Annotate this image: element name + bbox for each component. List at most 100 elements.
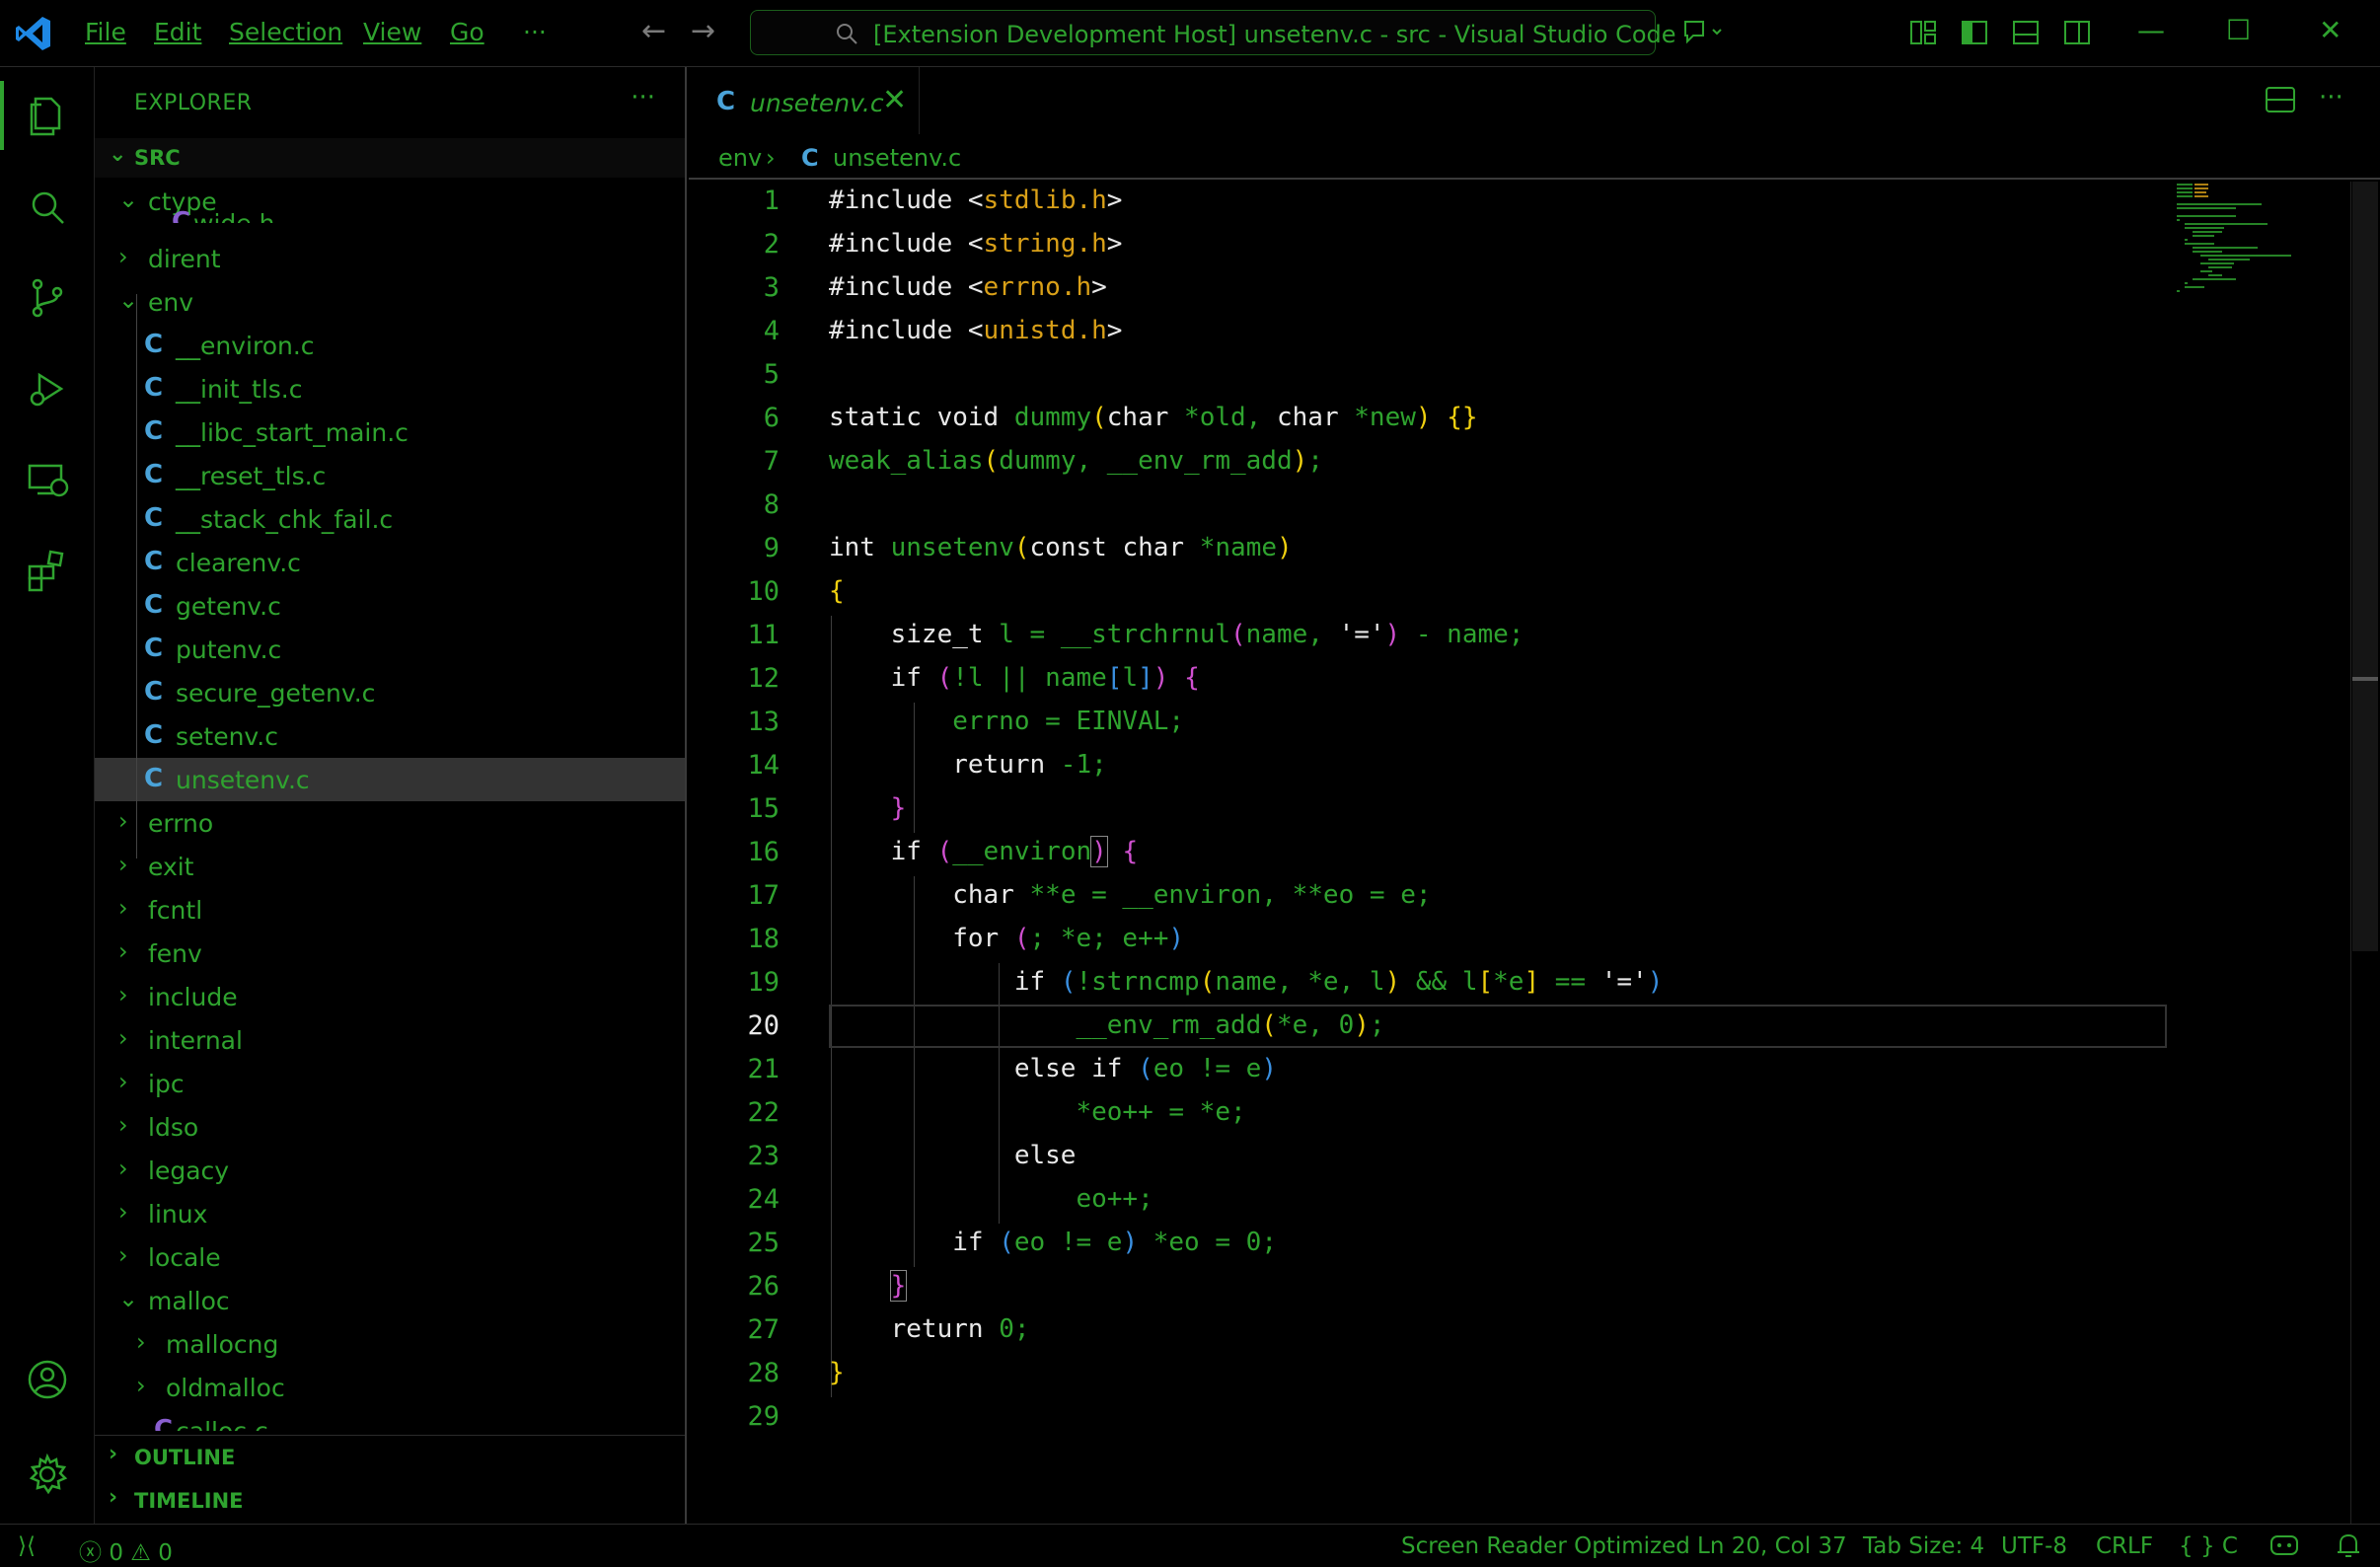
run-debug-icon[interactable]: [24, 365, 71, 412]
folder-item-dirent[interactable]: › dirent: [95, 237, 685, 280]
menu-go[interactable]: Go: [450, 18, 484, 46]
forward-arrow-icon[interactable]: →: [691, 14, 715, 48]
menu-edit[interactable]: Edit: [154, 18, 201, 46]
notifications-bell-icon[interactable]: [2335, 1530, 2362, 1560]
tab-size[interactable]: Tab Size: 4: [1863, 1533, 1984, 1559]
folder-root-src[interactable]: ⌄ SRC: [95, 138, 685, 178]
file-item--init-tls-c[interactable]: C __init_tls.c: [95, 367, 685, 410]
menu-view[interactable]: View: [363, 18, 421, 46]
problems-indicator[interactable]: ⓧ 0 ⚠ 0: [79, 1533, 173, 1567]
menu-file[interactable]: File: [85, 18, 126, 46]
tree-item-label: __libc_start_main.c: [176, 418, 409, 447]
code-line: eo++;: [829, 1184, 1153, 1214]
line-number: 24: [747, 1184, 780, 1215]
split-editor-icon[interactable]: [2264, 83, 2297, 116]
folder-item-fenv[interactable]: › fenv: [95, 932, 685, 975]
active-indicator: [0, 81, 4, 150]
folder-item-ipc[interactable]: › ipc: [95, 1062, 685, 1105]
code-line: #include <string.h>: [829, 229, 1123, 259]
settings-gear-icon[interactable]: [24, 1451, 71, 1498]
cursor-position-marker: [2352, 677, 2378, 681]
folder-item-errno[interactable]: › errno: [95, 801, 685, 845]
file-item-setenv-c[interactable]: Csetenv.c: [95, 714, 685, 758]
breadcrumb-folder[interactable]: env: [718, 144, 762, 172]
folder-item-fcntl[interactable]: › fcntl: [95, 888, 685, 932]
folder-item-include[interactable]: › include: [95, 975, 685, 1018]
customize-layout-icon[interactable]: [1908, 18, 1938, 47]
explorer-icon[interactable]: [24, 93, 71, 140]
language-mode[interactable]: { } C: [2179, 1533, 2238, 1559]
file-item-secure-getenv-c[interactable]: Csecure_getenv.c: [95, 671, 685, 714]
chevron-right-icon: ›: [118, 243, 128, 270]
c-file-icon: C: [716, 87, 736, 116]
breadcrumb-file[interactable]: unsetenv.c: [833, 144, 961, 172]
file-item-calloc-c[interactable]: Ccalloc.c: [95, 1409, 685, 1431]
toggle-panel-icon[interactable]: [2011, 18, 2041, 47]
c-file-icon: C: [144, 547, 164, 576]
screen-reader-status[interactable]: Screen Reader Optimized: [1401, 1533, 1690, 1559]
vertical-scrollbar-thumb[interactable]: [2352, 182, 2378, 951]
folder-item-mallocng[interactable]: › mallocng: [95, 1322, 685, 1366]
extensions-icon[interactable]: [24, 547, 71, 594]
activity-bar: [0, 67, 95, 1524]
folder-item-internal[interactable]: › internal: [95, 1018, 685, 1062]
chevron-right-icon: ›: [118, 981, 128, 1008]
code-line: if (__environ) {: [890, 836, 1139, 867]
folder-item-locale[interactable]: › locale: [95, 1235, 685, 1279]
folder-item-exit[interactable]: › exit: [95, 845, 685, 888]
source-control-icon[interactable]: [24, 274, 71, 322]
folder-item-malloc[interactable]: ⌄ malloc: [95, 1279, 685, 1322]
code-editor[interactable]: 1 #include <stdlib.h> 2 #include <string.h>…: [689, 182, 2380, 1524]
cursor-position[interactable]: Ln 20, Col 37: [1697, 1533, 1847, 1559]
outline-section[interactable]: › OUTLINE: [95, 1438, 685, 1477]
command-center[interactable]: [Extension Development Host] unsetenv.c …: [750, 10, 1676, 55]
file-item--stack-chk-fail-c[interactable]: C __stack_chk_fail.c: [95, 497, 685, 541]
line-number: 26: [747, 1271, 780, 1302]
encoding[interactable]: UTF-8: [2001, 1533, 2067, 1559]
line-number: 19: [747, 967, 780, 998]
folder-item-env[interactable]: ⌄ env: [95, 280, 685, 324]
line-number: 21: [747, 1054, 780, 1084]
tab-unsetenv-c[interactable]: C unsetenv.c ✕: [689, 67, 920, 134]
title-bar: File Edit Selection View Go ··· ← → [Ext…: [0, 0, 2380, 67]
tree-item-label: getenv.c: [176, 592, 281, 621]
menu-selection[interactable]: Selection: [229, 18, 342, 46]
search-icon[interactable]: [24, 184, 71, 231]
minimap[interactable]: [2177, 184, 2325, 292]
end-of-line[interactable]: CRLF: [2096, 1533, 2153, 1559]
file-item-getenv-c[interactable]: Cgetenv.c: [95, 584, 685, 628]
menu-more[interactable]: ···: [523, 18, 547, 46]
back-arrow-icon[interactable]: ←: [641, 14, 666, 48]
editor-more-actions-icon[interactable]: ···: [2319, 83, 2352, 116]
folder-item-ldso[interactable]: › ldso: [95, 1105, 685, 1149]
timeline-section[interactable]: › TIMELINE: [95, 1481, 685, 1521]
file-item--reset-tls-c[interactable]: C __reset_tls.c: [95, 454, 685, 497]
remote-indicator-icon[interactable]: ⟩⟨: [18, 1533, 36, 1559]
close-window-icon[interactable]: ✕: [2319, 14, 2342, 46]
folder-item-legacy[interactable]: › legacy: [95, 1149, 685, 1192]
file-item-unsetenv-c[interactable]: Cunsetenv.c: [95, 758, 685, 801]
file-item-putenv-c[interactable]: Cputenv.c: [95, 628, 685, 671]
tree-item-label: unsetenv.c: [176, 766, 310, 794]
more-actions-icon[interactable]: ···: [631, 83, 655, 112]
folder-item-linux[interactable]: › linux: [95, 1192, 685, 1235]
maximize-icon[interactable]: ☐: [2226, 14, 2251, 46]
toggle-primary-sidebar-icon[interactable]: [1960, 18, 1989, 47]
file-item--environ-c[interactable]: C __environ.c: [95, 324, 685, 367]
file-item--libc-start-main-c[interactable]: C __libc_start_main.c: [95, 410, 685, 454]
minimize-icon[interactable]: —: [2137, 14, 2165, 46]
tree-item-label: internal: [148, 1026, 243, 1055]
copilot-chat-icon[interactable]: [1681, 18, 1725, 47]
chevron-right-icon: ›: [136, 1328, 146, 1356]
toggle-secondary-sidebar-icon[interactable]: [2062, 18, 2092, 47]
folder-item-oldmalloc[interactable]: › oldmalloc: [95, 1366, 685, 1409]
copilot-icon[interactable]: [2268, 1530, 2301, 1560]
close-tab-icon[interactable]: ✕: [882, 83, 907, 117]
line-number: 13: [747, 707, 780, 737]
file-item-clearenv-c[interactable]: Cclearenv.c: [95, 541, 685, 584]
code-line: errno = EINVAL;: [829, 707, 1185, 736]
code-line: weak_alias(dummy, __env_rm_add);: [829, 446, 1323, 476]
account-icon[interactable]: [24, 1356, 71, 1403]
file-item-wide-h[interactable]: Cwide.h: [95, 201, 685, 223]
remote-explorer-icon[interactable]: [24, 456, 71, 503]
